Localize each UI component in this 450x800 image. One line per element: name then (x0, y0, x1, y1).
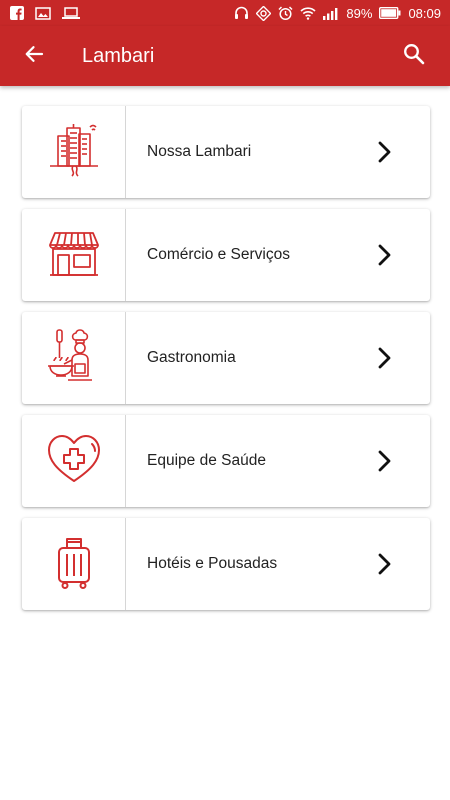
city-buildings-icon (46, 122, 102, 183)
search-button[interactable] (402, 43, 426, 70)
menu-list: Nossa Lambari Comércio e Serviços Gastro… (22, 106, 430, 621)
card-icon-container (22, 415, 126, 507)
menu-item-nossa-lambari[interactable]: Nossa Lambari (22, 106, 430, 198)
menu-item-gastronomia[interactable]: Gastronomia (22, 312, 430, 404)
chevron-right-icon (373, 243, 397, 267)
chevron-right-icon (373, 552, 397, 576)
card-icon-container (22, 106, 126, 198)
search-icon (403, 43, 425, 70)
arrow-back-icon (24, 44, 44, 69)
menu-item-hoteis-pousadas[interactable]: Hotéis e Pousadas (22, 518, 430, 610)
sync-icon (256, 5, 272, 21)
headphones-icon (234, 6, 249, 20)
battery-icon (379, 7, 401, 19)
clock-time: 08:09 (408, 5, 441, 21)
luggage-icon (46, 534, 102, 595)
menu-item-label: Gastronomia (147, 349, 236, 366)
status-bar: 89% 08:09 (0, 0, 450, 26)
image-icon (35, 6, 51, 20)
wifi-icon (300, 6, 316, 20)
chevron-right-icon (373, 140, 397, 164)
storefront-icon (46, 225, 102, 286)
app-bar: Lambari (0, 26, 450, 86)
signal-icon (323, 7, 339, 20)
menu-item-equipe-saude[interactable]: Equipe de Saúde (22, 415, 430, 507)
chef-icon (46, 328, 102, 389)
page-title: Lambari (82, 44, 155, 67)
menu-item-label: Equipe de Saúde (147, 452, 266, 469)
menu-item-label: Nossa Lambari (147, 143, 252, 160)
back-button[interactable] (22, 44, 46, 68)
alarm-icon (278, 5, 293, 21)
chevron-right-icon (373, 449, 397, 473)
menu-item-label: Comércio e Serviços (147, 246, 290, 263)
card-icon-container (22, 518, 126, 610)
facebook-icon (10, 6, 24, 20)
card-icon-container (22, 209, 126, 301)
laptop-icon (62, 6, 80, 20)
card-icon-container (22, 312, 126, 404)
menu-item-comercio-servicos[interactable]: Comércio e Serviços (22, 209, 430, 301)
heart-cross-icon (46, 431, 102, 492)
battery-percent: 89% (346, 5, 373, 21)
chevron-right-icon (373, 346, 397, 370)
menu-item-label: Hotéis e Pousadas (147, 555, 278, 572)
